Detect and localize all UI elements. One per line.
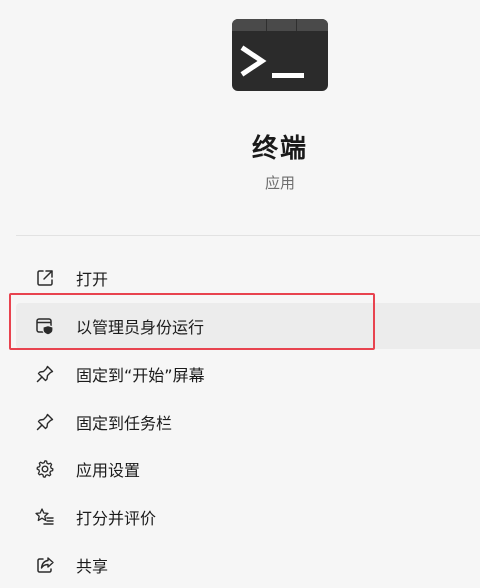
terminal-prompt-icon	[240, 45, 304, 78]
pin-icon	[34, 411, 56, 433]
menu-item-rate-and-review[interactable]: 打分并评价	[16, 494, 480, 540]
run-as-admin-shield-icon	[34, 315, 56, 337]
menu-item-label: 固定到任务栏	[76, 414, 173, 433]
menu-item-label: 打分并评价	[76, 509, 157, 528]
open-external-icon	[34, 267, 56, 289]
menu-item-share[interactable]: 共享	[16, 542, 480, 588]
menu-item-pin-to-start[interactable]: 固定到“开始”屏幕	[16, 351, 480, 397]
share-icon	[34, 554, 56, 576]
menu-item-open[interactable]: 打开	[16, 255, 480, 301]
menu-item-label: 打开	[76, 270, 109, 289]
star-list-icon	[34, 506, 56, 528]
app-name: 终端	[251, 134, 308, 164]
gear-icon	[34, 458, 56, 480]
menu-item-label: 固定到“开始”屏幕	[76, 366, 205, 385]
pin-icon	[34, 363, 56, 385]
menu-item-label: 共享	[76, 557, 109, 576]
menu-item-run-as-admin[interactable]: 以管理员身份运行	[16, 303, 480, 349]
menu-item-label: 应用设置	[76, 461, 141, 480]
terminal-app-icon	[232, 19, 328, 91]
header-divider	[16, 235, 480, 236]
menu-item-label: 以管理员身份运行	[76, 318, 205, 337]
menu-item-pin-to-taskbar[interactable]: 固定到任务栏	[16, 399, 480, 445]
menu-item-app-settings[interactable]: 应用设置	[16, 446, 480, 492]
app-type-label: 应用	[264, 174, 295, 192]
